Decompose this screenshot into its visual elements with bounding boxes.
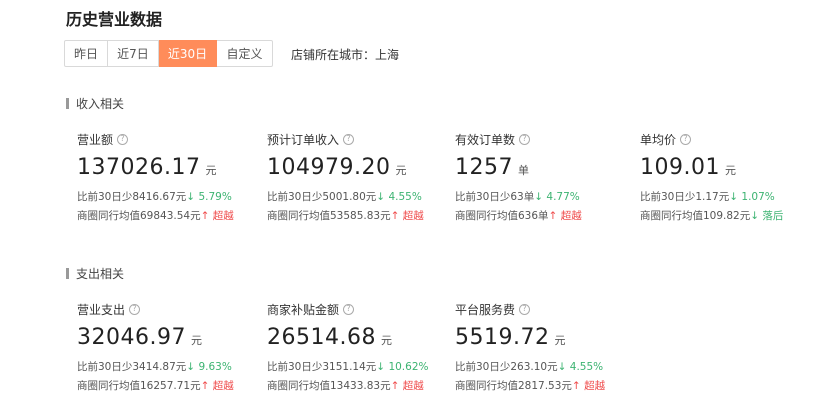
metric-label: 平台服务费 [455, 302, 516, 317]
peer-status: 超越 [212, 210, 234, 222]
peer-line: 商圈同行均值2817.53元↑ 超越 [455, 380, 606, 392]
peer-status: 超越 [212, 380, 234, 392]
compare-percent: 9.63% [198, 361, 232, 373]
section-expense: 支出相关 [66, 265, 124, 282]
section-marker [66, 98, 69, 109]
metric-unit: 元 [205, 164, 217, 177]
help-circle-icon[interactable]: ? [680, 133, 692, 145]
compare-line: 比前30日少8416.67元↓ 5.79% [77, 191, 232, 203]
store-city: 店铺所在城市：上海 [291, 48, 400, 62]
down-arrow-icon: ↓ [376, 361, 386, 373]
metric-label: 商家补贴金额 [267, 302, 340, 317]
compare-line: 比前30日少263.10元↓ 4.55% [455, 361, 604, 373]
peer-line: 商圈同行均值16257.71元↑ 超越 [77, 380, 234, 392]
compare-percent: 4.55% [569, 361, 604, 373]
compare-line: 比前30日少3414.87元↓ 9.63% [77, 361, 232, 373]
compare-percent: 10.62% [388, 361, 429, 373]
metric-value: 104979.20 [267, 155, 391, 180]
down-arrow-icon: ↓ [534, 191, 544, 203]
compare-line: 比前30日少1.17元↓ 1.07% [640, 191, 775, 203]
compare-percent: 1.07% [741, 191, 775, 203]
section-marker [66, 268, 69, 279]
metric-value: 109.01 [640, 155, 720, 180]
metric-label: 有效订单数 [455, 132, 516, 147]
up-arrow-icon: ↑ [390, 380, 400, 392]
peer-line: 商圈同行均值636单↑ 超越 [455, 210, 582, 222]
peer-line: 商圈同行均值13433.83元↑ 超越 [267, 380, 424, 392]
help-circle-icon[interactable]: ? [129, 303, 141, 315]
tab-last-7-days[interactable]: 近7日 [108, 40, 159, 67]
down-arrow-icon: ↓ [750, 210, 760, 222]
metric-label: 营业额 [77, 132, 114, 147]
compare-line: 比前30日少63单↓ 4.77% [455, 191, 580, 203]
metric-value: 26514.68 [267, 325, 376, 350]
metric-unit: 元 [190, 334, 202, 347]
metric-unit: 元 [724, 164, 736, 177]
metric-value: 32046.97 [77, 325, 186, 350]
section-income: 收入相关 [66, 95, 124, 112]
metric-average-order-price: 单均价? 109.01 元 比前30日少1.17元↓ 1.07% 商圈同行均值10… [640, 131, 784, 223]
metric-expected-order-income: 预计订单收入? 104979.20 元 比前30日少5001.80元↓ 4.55%… [267, 131, 424, 223]
help-circle-icon[interactable]: ? [343, 303, 355, 315]
metric-platform-service-fee: 平台服务费? 5519.72 元 比前30日少263.10元↓ 4.55% 商圈同… [455, 301, 606, 393]
peer-line: 商圈同行均值69843.54元↑ 超越 [77, 210, 234, 222]
help-circle-icon[interactable]: ? [343, 133, 355, 145]
metric-label: 单均价 [640, 132, 677, 147]
section-expense-title: 支出相关 [76, 267, 125, 281]
compare-percent: 5.79% [198, 191, 232, 203]
peer-status: 超越 [402, 380, 424, 392]
metric-merchant-subsidy: 商家补贴金额? 26514.68 元 比前30日少3151.14元↓ 10.62%… [267, 301, 429, 393]
metric-value: 1257 [455, 155, 513, 180]
metric-label: 营业支出 [77, 302, 126, 317]
metric-unit: 元 [380, 334, 392, 347]
down-arrow-icon: ↓ [557, 361, 567, 373]
up-arrow-icon: ↑ [390, 210, 400, 222]
help-circle-icon[interactable]: ? [117, 133, 129, 145]
metric-operating-expense: 营业支出? 32046.97 元 比前30日少3414.87元↓ 9.63% 商圈… [77, 301, 234, 393]
metric-unit: 单 [518, 164, 529, 177]
compare-percent: 4.55% [388, 191, 422, 203]
down-arrow-icon: ↓ [186, 191, 196, 203]
peer-status: 超越 [560, 210, 582, 222]
metric-unit: 元 [554, 334, 566, 347]
peer-line: 商圈同行均值53585.83元↑ 超越 [267, 210, 424, 222]
help-circle-icon[interactable]: ? [519, 133, 531, 145]
peer-status: 超越 [584, 380, 606, 392]
up-arrow-icon: ↑ [571, 380, 581, 392]
peer-status: 超越 [402, 210, 424, 222]
tab-yesterday[interactable]: 昨日 [64, 40, 108, 67]
up-arrow-icon: ↑ [200, 380, 210, 392]
compare-percent: 4.77% [546, 191, 580, 203]
metric-value: 137026.17 [77, 155, 201, 180]
help-circle-icon[interactable]: ? [519, 303, 531, 315]
metric-valid-orders: 有效订单数? 1257 单 比前30日少63单↓ 4.77% 商圈同行均值636单… [455, 131, 582, 223]
metric-revenue: 营业额? 137026.17 元 比前30日少8416.67元↓ 5.79% 商圈… [77, 131, 234, 223]
metric-value: 5519.72 [455, 325, 550, 350]
up-arrow-icon: ↑ [548, 210, 558, 222]
metric-unit: 元 [395, 164, 407, 177]
peer-line: 商圈同行均值109.82元↓ 落后 [640, 210, 784, 222]
down-arrow-icon: ↓ [729, 191, 739, 203]
down-arrow-icon: ↓ [376, 191, 386, 203]
section-income-title: 收入相关 [76, 97, 125, 111]
peer-status: 落后 [762, 210, 784, 222]
metric-label: 预计订单收入 [267, 132, 340, 147]
down-arrow-icon: ↓ [186, 361, 196, 373]
tab-last-30-days[interactable]: 近30日 [159, 40, 217, 67]
compare-line: 比前30日少5001.80元↓ 4.55% [267, 191, 422, 203]
compare-line: 比前30日少3151.14元↓ 10.62% [267, 361, 429, 373]
up-arrow-icon: ↑ [200, 210, 210, 222]
page-title: 历史营业数据 [66, 10, 163, 29]
tab-custom[interactable]: 自定义 [217, 40, 273, 67]
date-range-tabs: 昨日 近7日 近30日 自定义 [64, 40, 273, 67]
